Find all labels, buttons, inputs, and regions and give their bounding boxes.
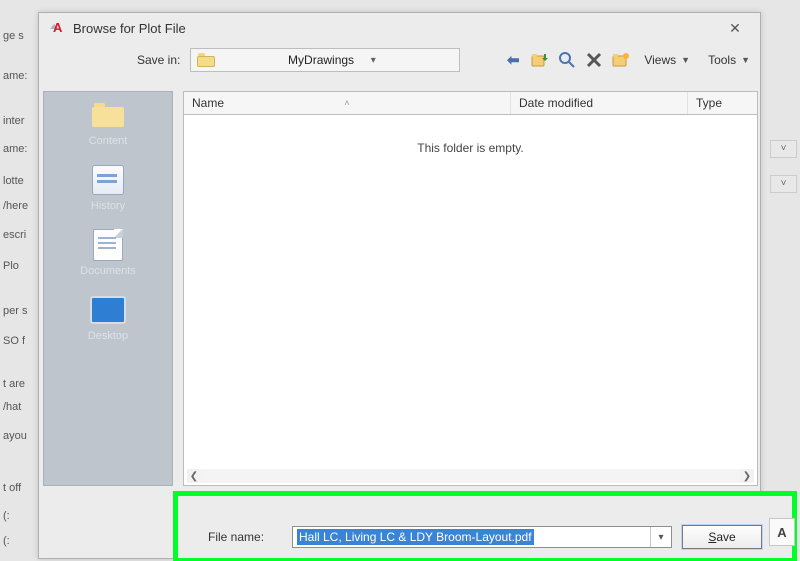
save-rest: ave [716,530,735,544]
folder-icon [197,53,280,67]
up-one-level-button[interactable] [531,51,549,69]
new-folder-icon [612,51,630,69]
save-in-combo[interactable]: MyDrawings ▾ [190,48,460,72]
delete-button[interactable] [585,51,603,69]
search-web-button[interactable] [558,51,576,69]
place-history[interactable]: History [90,165,126,212]
background-dropdown[interactable]: ˅ [770,175,797,193]
save-button[interactable]: Save [682,525,762,549]
up-folder-icon [531,51,549,69]
close-button[interactable]: ✕ [718,17,752,39]
bg-label: ame: [3,70,27,82]
history-icon [92,165,124,195]
scroll-track[interactable] [201,469,740,483]
empty-folder-message: This folder is empty. [417,141,523,155]
place-documents[interactable]: Documents [80,230,136,277]
close-icon: ✕ [729,20,741,37]
save-in-value: MyDrawings [288,53,371,67]
place-label: Documents [80,265,136,277]
sort-indicator-icon: ˄ [344,98,349,108]
back-button[interactable]: ⬅ [504,51,522,69]
file-name-value: Hall LC, Living LC & LDY Broom-Layout.pd… [297,529,534,545]
autocad-app-icon: A [51,21,65,35]
file-name-label: File name: [208,530,292,544]
place-content[interactable]: Content [89,100,128,147]
bg-label: (: [3,510,10,522]
bg-label: ame: [3,143,27,155]
column-label: Date modified [519,96,593,110]
new-folder-button[interactable] [612,51,630,69]
bg-label: per s [3,305,27,317]
horizontal-scrollbar[interactable]: ❮ ❯ [187,469,754,483]
background-dropdown[interactable]: ˅ [770,140,797,158]
bg-label: SO f [3,335,25,347]
browse-plot-file-dialog: A Browse for Plot File ✕ Save in: MyDraw… [38,12,761,559]
documents-icon [93,229,123,261]
column-header-type[interactable]: Type [688,92,757,114]
place-label: Desktop [88,330,128,342]
folder-icon [92,103,124,127]
search-icon [558,51,576,69]
desktop-icon [90,296,126,324]
column-label: Name [192,96,224,110]
background-app-labels: ge s ame: inter ame: lotte /here escri P… [0,0,40,561]
chevron-down-icon: ▼ [681,55,690,65]
place-label: Content [89,135,128,147]
tools-menu[interactable]: Tools ▼ [704,53,754,67]
chevron-down-icon: ▾ [371,55,454,66]
dialog-titlebar: A Browse for Plot File ✕ [39,13,760,43]
file-name-input[interactable]: Hall LC, Living LC & LDY Broom-Layout.pd… [293,527,650,547]
bg-label: escri [3,229,26,241]
bg-label: (: [3,535,10,547]
column-label: Type [696,96,722,110]
views-menu[interactable]: Views ▼ [640,53,694,67]
scroll-left-icon[interactable]: ❮ [187,469,201,483]
arrow-left-icon: ⬅ [507,51,520,69]
file-list-body[interactable]: This folder is empty. ❮ ❯ [183,115,758,486]
bg-label: t are [3,378,25,390]
x-delete-icon [585,51,603,69]
chevron-down-icon: ▼ [741,55,750,65]
save-in-label: Save in: [137,53,180,67]
dialog-title: Browse for Plot File [73,21,186,36]
file-name-row: File name: Hall LC, Living LC & LDY Broo… [173,491,797,561]
scroll-right-icon[interactable]: ❯ [740,469,754,483]
file-list-panel: Name ˄ Date modified Type This folder is… [183,91,758,486]
place-desktop[interactable]: Desktop [88,295,128,342]
bg-label: ge s [3,30,24,42]
a-side-tab[interactable]: A [769,518,795,546]
bg-label: ayou [3,430,27,442]
dialog-toolbar: Save in: MyDrawings ▾ ⬅ [39,43,760,77]
bg-label: /here [3,200,28,212]
file-name-combo[interactable]: Hall LC, Living LC & LDY Broom-Layout.pd… [292,526,672,548]
column-header-date[interactable]: Date modified [511,92,688,114]
bg-label: t off [3,482,21,494]
file-list-header: Name ˄ Date modified Type [183,91,758,115]
bg-label: lotte [3,175,24,187]
views-label: Views [644,53,676,67]
column-header-name[interactable]: Name ˄ [184,92,511,114]
bg-label: Plo [3,260,19,272]
bg-label: inter [3,115,24,127]
place-label: History [91,200,125,212]
chevron-down-icon[interactable]: ▾ [650,527,671,547]
bg-label: /hat [3,401,21,413]
tools-label: Tools [708,53,736,67]
places-bar: Content History Documents Desktop [43,91,173,486]
